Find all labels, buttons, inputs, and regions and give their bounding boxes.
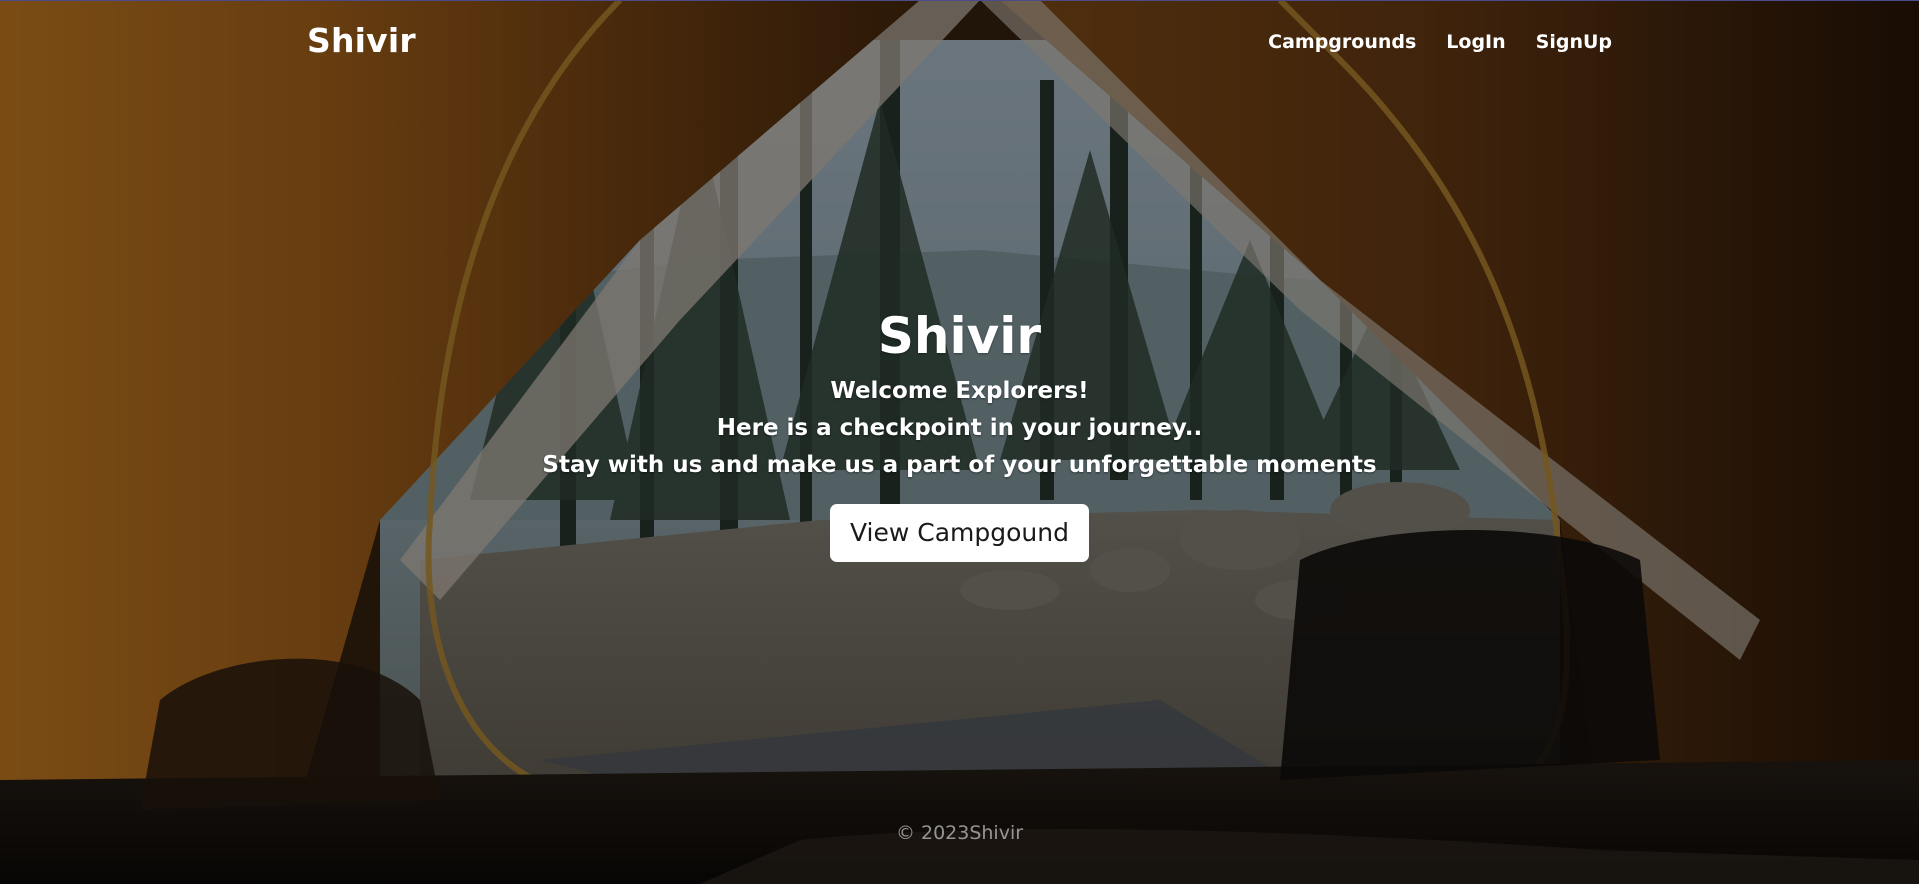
hero-section: Shivir Welcome Explorers! Here is a chec… (0, 305, 1919, 562)
hero-tagline-text: Stay with us and make us a part of your … (542, 452, 1377, 478)
site-header: Shivir Campgrounds LogIn SignUp (0, 0, 1919, 86)
nav-menu: Campgrounds LogIn SignUp (1268, 31, 1612, 53)
view-campground-button[interactable]: View Campgound (830, 504, 1089, 562)
signup-link[interactable]: SignUp (1536, 31, 1612, 53)
campgrounds-link[interactable]: Campgrounds (1268, 31, 1416, 53)
landing-page: Shivir Campgrounds LogIn SignUp Shivir W… (0, 0, 1919, 884)
hero-checkpoint-text: Here is a checkpoint in your journey.. (716, 415, 1203, 441)
hero-title: Shivir (877, 307, 1042, 365)
login-link[interactable]: LogIn (1446, 31, 1505, 53)
brand-logo-link[interactable]: Shivir (307, 21, 416, 60)
nav-item-campgrounds: Campgrounds (1268, 31, 1416, 53)
copyright-text: © 2023Shivir (895, 822, 1024, 844)
nav-item-login: LogIn (1446, 31, 1505, 53)
nav-item-signup: SignUp (1536, 31, 1612, 53)
site-footer: © 2023Shivir (0, 822, 1919, 844)
hero-welcome-text: Welcome Explorers! (830, 378, 1089, 404)
